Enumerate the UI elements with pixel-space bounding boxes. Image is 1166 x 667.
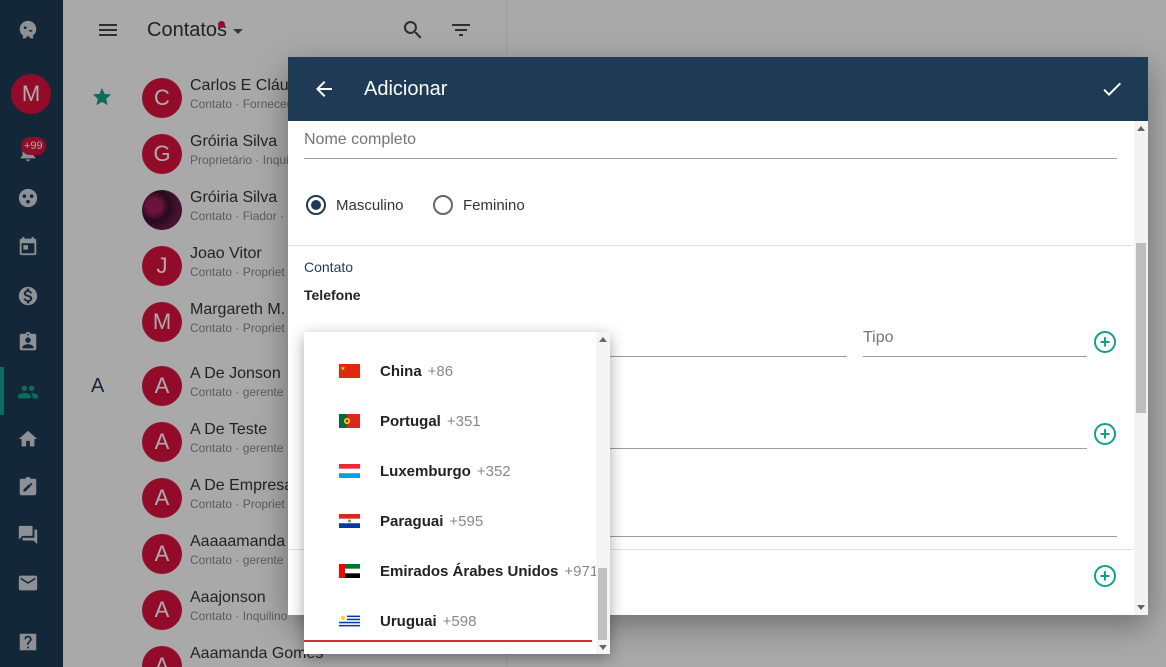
dropdown-item-emirados[interactable]: Emirados Árabes Unidos +971: [304, 546, 599, 596]
dropdown-scrollbar-thumb[interactable]: [598, 568, 607, 640]
add-email-button[interactable]: +: [1094, 423, 1116, 445]
radio-unchecked-icon: [433, 195, 453, 215]
gender-male-radio[interactable]: Masculino: [306, 195, 404, 215]
dropdown-item-uruguai[interactable]: Uruguai +598: [304, 596, 596, 646]
dropdown-item-paraguai[interactable]: Paraguai +595: [304, 496, 596, 546]
phone-type-field[interactable]: Tipo: [863, 329, 1087, 357]
dropdown-item-china[interactable]: China +86: [304, 346, 596, 396]
country-name: Uruguai: [380, 612, 437, 630]
country-name: Emirados Árabes Unidos: [380, 562, 559, 580]
email-field[interactable]: [610, 421, 1087, 449]
country-name: China: [380, 362, 422, 380]
china-flag-icon: [339, 364, 360, 378]
dropdown-item-luxemburgo[interactable]: Luxemburgo +352: [304, 446, 596, 496]
scroll-up-icon[interactable]: [1137, 126, 1145, 131]
type-placeholder: Tipo: [863, 329, 894, 346]
scroll-up-icon[interactable]: [599, 337, 607, 342]
phone-number-field[interactable]: [610, 329, 847, 357]
arrow-back-icon[interactable]: [312, 77, 336, 106]
country-name: Portugal: [380, 412, 441, 430]
country-code: +598: [442, 612, 477, 630]
contact-section-title: Contato: [304, 259, 354, 275]
country-name: Luxemburgo: [380, 462, 471, 480]
selected-underline: [304, 640, 592, 642]
country-name: Paraguai: [380, 512, 444, 530]
country-code: +971: [564, 562, 599, 580]
paraguay-flag-icon: [339, 514, 360, 528]
country-code: +352: [476, 462, 511, 480]
country-code: +86: [427, 362, 454, 380]
radio-checked-icon: [306, 195, 326, 215]
scroll-down-icon[interactable]: [1137, 605, 1145, 610]
dialog-title: Adicionar: [364, 78, 448, 100]
gender-male-label: Masculino: [336, 196, 404, 214]
gender-female-label: Feminino: [463, 196, 525, 214]
portugal-flag-icon: [339, 414, 360, 428]
add-address-button[interactable]: +: [1094, 565, 1116, 587]
country-code-dropdown: China +86 Portugal +351 Luxemburgo +352 Par…: [304, 332, 610, 654]
luxembourg-flag-icon: [339, 464, 360, 478]
dropdown-item-portugal[interactable]: Portugal +351: [304, 396, 596, 446]
dialog-header: Adicionar: [288, 57, 1148, 121]
gender-female-radio[interactable]: Feminino: [433, 195, 525, 215]
divider: [288, 245, 1134, 246]
phone-label: Telefone: [304, 287, 361, 303]
full-name-placeholder: Nome completo: [304, 131, 417, 148]
uruguay-flag-icon: [339, 614, 360, 628]
add-phone-button[interactable]: +: [1094, 331, 1116, 353]
country-code: +351: [446, 412, 481, 430]
uae-flag-icon: [339, 564, 360, 578]
dialog-scrollbar-thumb[interactable]: [1136, 243, 1146, 413]
scroll-down-icon[interactable]: [599, 645, 607, 650]
country-code: +595: [449, 512, 484, 530]
full-name-field[interactable]: Nome completo: [304, 131, 1117, 159]
check-icon[interactable]: [1100, 77, 1124, 106]
extra-field[interactable]: [610, 509, 1117, 537]
